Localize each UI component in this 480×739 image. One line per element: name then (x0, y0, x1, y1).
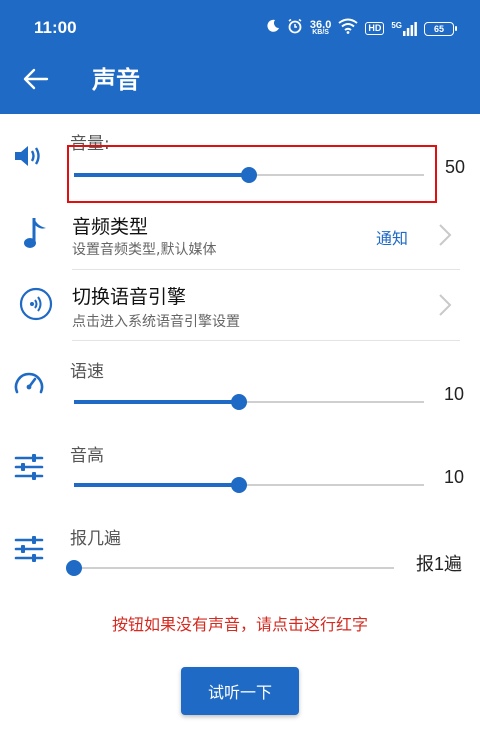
back-button[interactable] (18, 63, 54, 99)
slider-thumb[interactable] (66, 560, 82, 576)
voice-waves-icon (18, 286, 54, 322)
no-sound-hint-link[interactable]: 按钮如果没有声音，请点击这行红字 (0, 611, 480, 635)
network-speed: 36.0 KB/S (309, 18, 332, 37)
test-listen-button[interactable]: 试听一下 (181, 667, 299, 715)
status-icons: 36.0 KB/S HD 5G 65 (266, 18, 457, 39)
music-note-icon (20, 214, 52, 254)
moon-icon (266, 19, 280, 38)
audio-type-item[interactable]: 音频类型 设置音频类型,默认媒体 通知 (0, 204, 480, 270)
divider (72, 269, 460, 270)
highlight-box (67, 145, 437, 203)
page-title: 声音 (92, 66, 140, 94)
slider-fill (74, 400, 239, 404)
audio-type-value: 通知 (375, 229, 408, 248)
chevron-right-icon (438, 293, 452, 316)
signal-label: 5G (391, 20, 402, 30)
app-bar: 11:00 36.0 KB/S HD 5G 65 声音 (0, 0, 480, 114)
equalizer-icon (12, 534, 46, 564)
speech-rate-slider[interactable] (74, 391, 424, 413)
repeat-slider[interactable] (66, 557, 394, 579)
speedometer-icon (12, 368, 46, 398)
network-speed-unit: KB/S (312, 28, 329, 36)
speech-rate-label: 语速 (70, 362, 104, 382)
alarm-icon (287, 18, 303, 39)
audio-type-title: 音频类型 (72, 216, 149, 238)
chevron-right-icon (438, 223, 452, 246)
slider-thumb[interactable] (230, 394, 247, 410)
status-time: 11:00 (34, 18, 77, 37)
slider-rail (74, 567, 394, 569)
pitch-value: 10 (444, 467, 465, 487)
voice-engine-item[interactable]: 切换语音引擎 点击进入系统语音引擎设置 (0, 274, 480, 340)
slider-thumb[interactable] (230, 477, 247, 493)
equalizer-icon (12, 452, 46, 482)
network-speed-value: 36.0 (309, 18, 332, 31)
volume-value: 50 (445, 157, 466, 177)
speech-rate-value: 10 (444, 384, 465, 404)
repeat-label: 报几遍 (70, 529, 121, 549)
slider-fill (74, 483, 239, 487)
pitch-slider[interactable] (74, 474, 424, 496)
speaker-icon (12, 142, 44, 170)
arrow-left-icon (23, 68, 49, 94)
audio-type-subtitle: 设置音频类型,默认媒体 (72, 242, 217, 258)
divider (72, 340, 460, 341)
voice-engine-title: 切换语音引擎 (72, 286, 187, 308)
wifi-icon (338, 18, 358, 39)
voice-engine-subtitle: 点击进入系统语音引擎设置 (72, 314, 240, 330)
repeat-value: 报1遍 (416, 554, 463, 574)
cell-signal-icon: 5G (391, 20, 417, 36)
status-bar: 11:00 36.0 KB/S HD 5G 65 (0, 0, 480, 56)
battery-indicator: 65 (424, 21, 457, 36)
pitch-label: 音高 (70, 446, 104, 466)
hd-badge: HD (365, 22, 385, 35)
